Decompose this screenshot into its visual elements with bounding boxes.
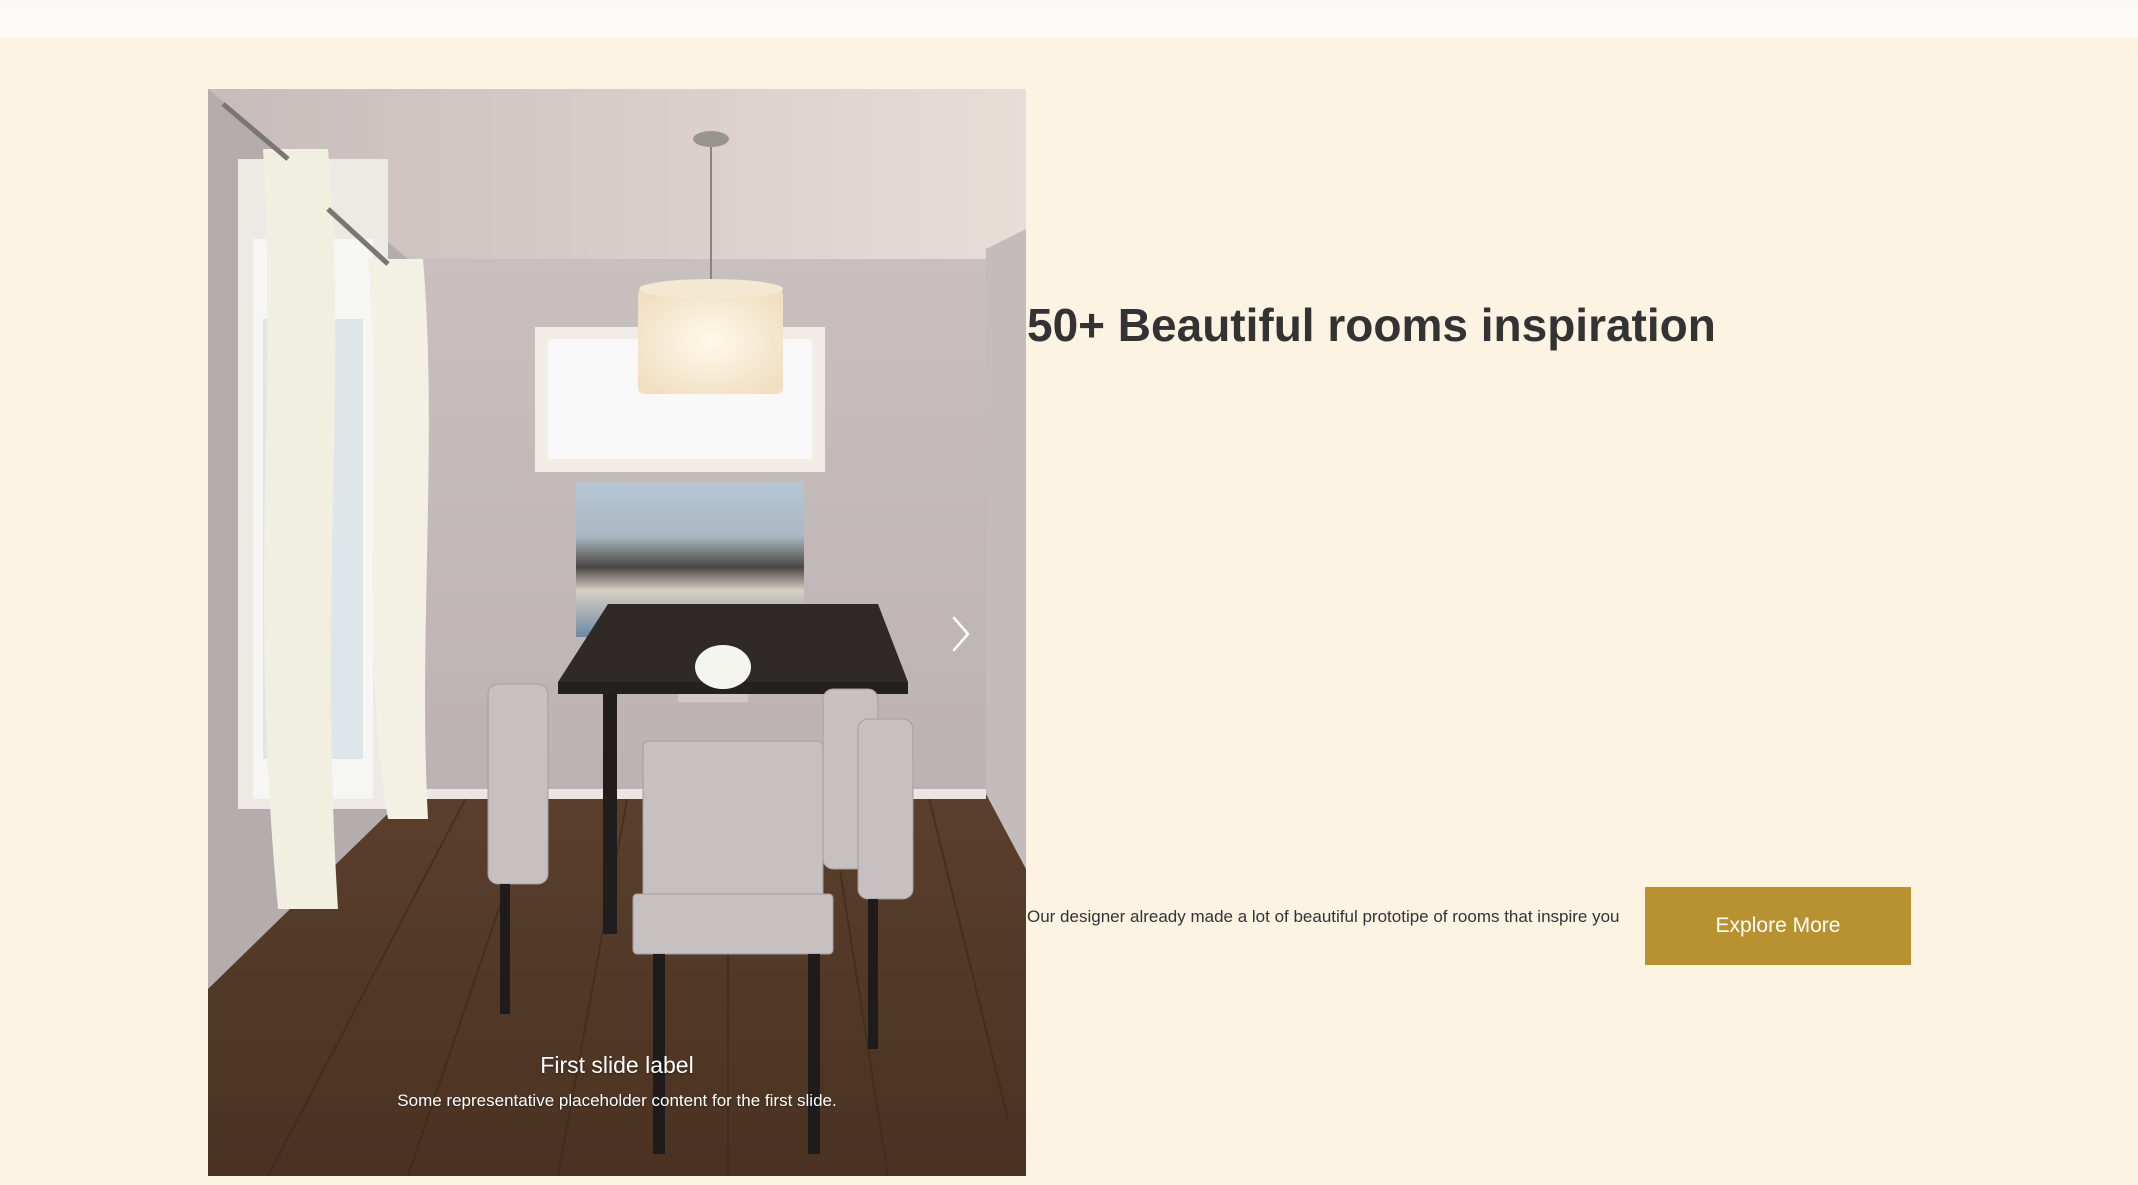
room-carousel[interactable]: First slide label Some representative pl… bbox=[208, 89, 1026, 1176]
carousel-caption-text: Some representative placeholder content … bbox=[397, 1091, 837, 1110]
hero-title: 50+ Beautiful rooms inspiration bbox=[1027, 299, 1716, 351]
dining-room-photo bbox=[208, 89, 1026, 1176]
carousel-caption-title: First slide label bbox=[540, 1052, 694, 1078]
carousel-next-button[interactable] bbox=[940, 610, 980, 658]
chevron-right-icon bbox=[952, 616, 970, 652]
hero-description: Our designer already made a lot of beaut… bbox=[1027, 907, 1620, 926]
top-navbar bbox=[0, 0, 2138, 37]
explore-more-button[interactable]: Explore More bbox=[1645, 887, 1911, 965]
